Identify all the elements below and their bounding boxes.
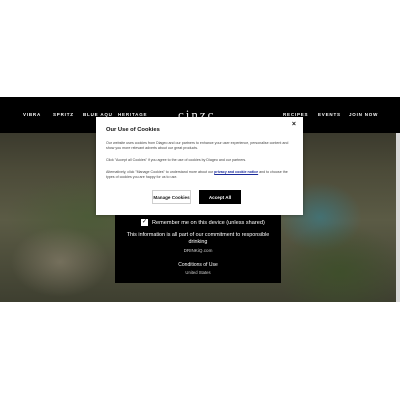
responsible-drinking-text: This information is all part of our comm… [126, 232, 270, 245]
nav-item-vibra[interactable]: VIBRA [23, 112, 41, 117]
nav-item-events[interactable]: EVENTS [318, 112, 341, 117]
cookie-paragraph-accept: Click "Accept all Cookies" if you agree … [106, 158, 247, 162]
remember-me-checkbox[interactable]: ✓ [141, 219, 148, 226]
nav-item-spritz[interactable]: SPRITZ [53, 112, 74, 117]
remember-me-label: Remember me on this device (unless share… [152, 219, 265, 226]
nav-item-join-now[interactable]: JOIN NOW [349, 112, 378, 117]
privacy-cookie-notice-link[interactable]: privacy and cookie notice [214, 170, 258, 174]
remember-me-row: ✓ Remember me on this device (unless sha… [141, 219, 265, 226]
conditions-of-use-link[interactable]: Conditions of Use [115, 262, 281, 268]
country-selector[interactable]: United States [115, 270, 281, 275]
manage-cookies-button[interactable]: Manage Cookies [152, 190, 191, 204]
cookie-paragraph-manage: Alternatively, click "Manage Cookies" to… [106, 170, 294, 180]
close-icon[interactable]: × [292, 121, 296, 128]
scrollbar[interactable] [396, 133, 400, 302]
cookie-consent-dialog: Our Use of Cookies × Our website uses co… [96, 117, 303, 215]
accept-all-button[interactable]: Accept All [199, 190, 241, 204]
cookie-paragraph-intro: Our website uses cookies from Diageo and… [106, 141, 289, 150]
cookie-dialog-title: Our Use of Cookies [106, 127, 160, 133]
cookie-paragraph-manage-start: Alternatively, click "Manage Cookies" to… [106, 170, 214, 174]
drinkiq-link[interactable]: DRINKiQ.com [115, 248, 281, 253]
